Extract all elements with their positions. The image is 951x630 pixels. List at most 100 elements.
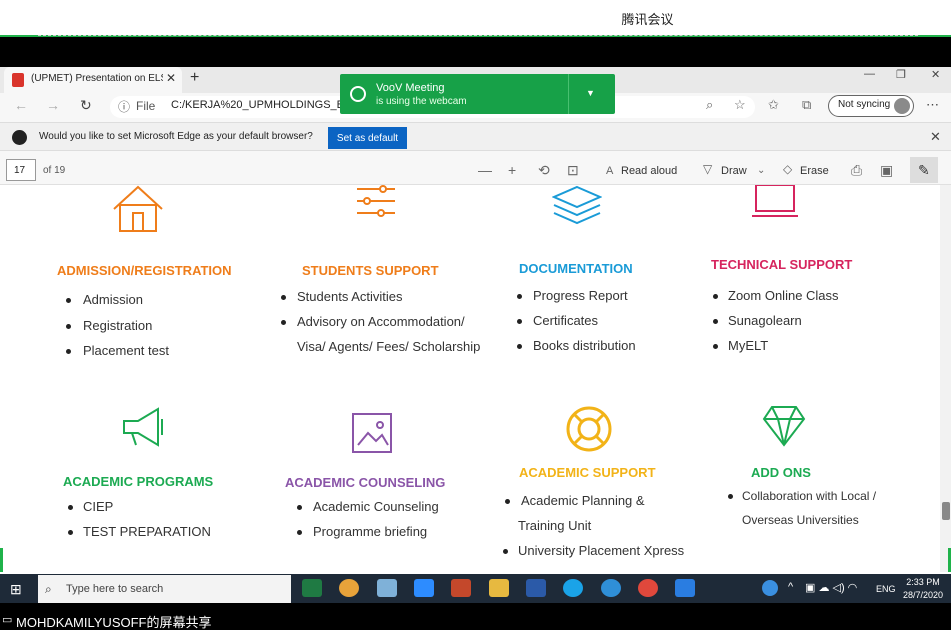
refresh-icon[interactable]: ↻ — [80, 97, 92, 114]
voov-app-icon[interactable] — [675, 579, 695, 597]
share-border-left — [0, 548, 3, 572]
page-number-input[interactable] — [6, 159, 36, 181]
chevron-up-icon[interactable]: ^ — [788, 581, 793, 593]
fit-page-icon[interactable]: ⊡ — [567, 162, 579, 179]
help-icon[interactable] — [762, 580, 778, 596]
list-item: Certificates — [533, 313, 599, 328]
webcam-icon — [350, 86, 366, 102]
list-item: TEST PREPARATION — [83, 524, 211, 539]
rotate-icon[interactable]: ⟲ — [538, 162, 550, 179]
file-label: File — [136, 99, 156, 113]
minimize-button[interactable]: — — [864, 68, 875, 80]
info-icon[interactable]: ⓘ — [118, 98, 130, 115]
section-title-counseling: ACADEMIC COUNSELING — [285, 475, 446, 490]
erase-button[interactable]: Erase — [800, 165, 829, 177]
list-item: University Placement Xpress — [518, 543, 685, 558]
draw-button[interactable]: Draw — [721, 165, 747, 177]
list-item: Training Unit — [518, 518, 592, 533]
maximize-button[interactable]: ❐ — [896, 68, 906, 81]
tray-icons[interactable]: ▣ ☁ ◁) ◠ — [805, 581, 857, 594]
section-title-students: STUDENTS SUPPORT — [302, 263, 439, 278]
print-icon[interactable]: ⎙ — [851, 162, 862, 179]
paint-icon[interactable] — [377, 579, 397, 597]
search-icon: ⌕ — [45, 582, 52, 596]
edge-logo-icon — [12, 130, 27, 145]
clock-time[interactable]: 2:33 PM — [896, 577, 950, 587]
chevron-down-icon[interactable]: ▼ — [586, 88, 595, 98]
zoom-out-icon[interactable]: — — [478, 162, 492, 178]
voov-subtitle: is using the webcam — [376, 96, 467, 107]
list-item: MyELT — [728, 338, 769, 353]
list-item: Visa/ Agents/ Fees/ Scholarship — [297, 339, 481, 354]
pdf-icon — [12, 73, 24, 87]
list-item: Academic Counseling — [313, 499, 439, 514]
chevron-down-icon[interactable]: ⌄ — [757, 165, 765, 176]
list-item: Zoom Online Class — [728, 288, 839, 303]
chrome-icon[interactable] — [339, 579, 359, 597]
language-indicator[interactable]: ENG — [876, 584, 896, 594]
meeting-header — [0, 0, 951, 36]
save-icon[interactable]: ▣ — [880, 162, 893, 179]
layers-icon — [552, 185, 602, 225]
zoom-icon[interactable]: ⌕ — [706, 97, 713, 113]
sync-label: Not syncing — [838, 99, 891, 110]
list-item: Overseas Universities — [742, 513, 859, 527]
skype-icon[interactable] — [563, 579, 583, 597]
microphone-icon: ▭ — [2, 614, 13, 626]
section-title-admission: ADMISSION/REGISTRATION — [57, 263, 232, 278]
close-tab-icon[interactable]: ✕ — [166, 71, 176, 85]
share-dash-line — [38, 35, 918, 36]
list-item: Advisory on Accommodation/ — [297, 314, 465, 329]
file-explorer-icon[interactable] — [489, 579, 509, 597]
zoom-app-icon[interactable] — [414, 579, 434, 597]
search-placeholder: Type here to search — [66, 583, 164, 595]
list-item: Registration — [83, 318, 153, 333]
clock-date[interactable]: 28/7/2020 — [896, 590, 950, 600]
pin-icon: ✎ — [918, 162, 930, 178]
close-banner-icon[interactable]: ✕ — [930, 129, 941, 145]
read-aloud-button[interactable]: Read aloud — [621, 165, 677, 177]
list-item: Admission — [83, 292, 143, 307]
voov-divider — [568, 74, 569, 114]
voov-title: VooV Meeting — [376, 82, 445, 94]
diamond-icon — [762, 406, 806, 447]
windows-start-icon[interactable]: ⊞ — [10, 581, 22, 598]
laptop-icon — [752, 185, 798, 217]
scrollbar-thumb[interactable] — [942, 502, 950, 520]
read-aloud-icon: A — [606, 165, 614, 177]
chrome-icon-2[interactable] — [638, 579, 658, 597]
word-icon[interactable] — [526, 579, 546, 597]
list-item: Academic Planning & — [521, 493, 645, 508]
image-icon — [352, 413, 392, 453]
list-item: Progress Report — [533, 288, 628, 303]
megaphone-icon — [123, 407, 163, 447]
draw-icon: ▽ — [703, 162, 713, 176]
back-icon[interactable]: ← — [14, 97, 28, 113]
favorite-star-icon[interactable]: ☆ — [734, 97, 746, 113]
excel-icon[interactable] — [302, 579, 322, 597]
list-item: Students Activities — [297, 289, 403, 304]
section-title-addons: ADD ONS — [751, 465, 811, 480]
list-item: Programme briefing — [313, 524, 428, 539]
more-menu-icon[interactable]: ⋯ — [926, 97, 939, 113]
voov-webcam-popup[interactable] — [340, 74, 615, 114]
close-window-button[interactable]: ✕ — [931, 68, 940, 81]
edge-icon[interactable] — [601, 579, 621, 597]
forward-icon[interactable]: → — [46, 97, 60, 113]
section-title-technical: TECHNICAL SUPPORT — [711, 257, 853, 272]
favorites-icon[interactable]: ✩ — [768, 97, 779, 113]
zoom-in-icon[interactable]: + — [508, 162, 516, 178]
meeting-title: 腾讯会议 — [621, 12, 674, 27]
lifebuoy-icon — [566, 406, 612, 452]
set-default-button[interactable]: Set as default — [328, 127, 407, 149]
screen: 腾讯会议 (UPMET) Presentation on ELS UP ✕ + … — [0, 0, 951, 630]
powerpoint-icon[interactable] — [451, 579, 471, 597]
share-label: MOHDKAMILYUSOFF的屏幕共享 — [16, 615, 212, 630]
collections-icon[interactable]: ⧉ — [802, 97, 811, 113]
new-tab-button[interactable]: + — [190, 69, 199, 87]
list-item: Collaboration with Local / — [742, 489, 877, 503]
pdf-page: ADMISSION/REGISTRATION Admission Registr… — [0, 185, 940, 572]
section-title-documentation: DOCUMENTATION — [519, 261, 633, 276]
house-icon — [113, 185, 163, 232]
list-item: Books distribution — [533, 338, 636, 353]
